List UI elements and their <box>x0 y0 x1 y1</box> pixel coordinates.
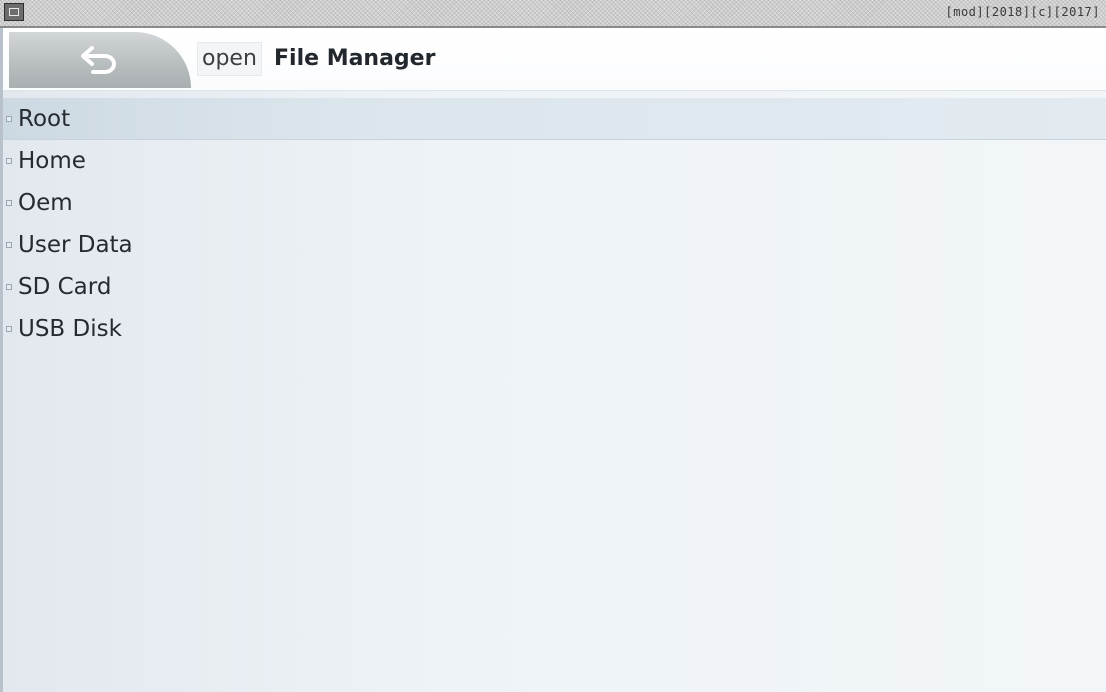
list-item-label: Home <box>18 148 86 174</box>
page-title: File Manager <box>274 46 436 71</box>
terminal-window-icon[interactable] <box>4 3 24 21</box>
list-item-root[interactable]: Root <box>3 98 1106 140</box>
status-bar-text: [mod][2018][c][2017] <box>945 5 1100 19</box>
bullet-icon <box>6 326 12 332</box>
bullet-icon <box>6 116 12 122</box>
list-item-label: Root <box>18 106 71 132</box>
location-list: Root Home Oem User Data SD Card USB Disk <box>3 98 1106 350</box>
header-bar: open File Manager <box>3 28 1106 91</box>
undo-arrow-icon <box>81 46 116 74</box>
back-button[interactable] <box>9 32 191 88</box>
list-item-label: User Data <box>18 232 133 258</box>
list-item-sd-card[interactable]: SD Card <box>3 266 1106 308</box>
list-item-label: Oem <box>18 190 73 216</box>
bullet-icon <box>6 158 12 164</box>
file-manager-window: open File Manager Root Home Oem User Dat… <box>0 28 1106 692</box>
title-prefix: open <box>197 42 262 76</box>
list-item-home[interactable]: Home <box>3 140 1106 182</box>
list-item-usb-disk[interactable]: USB Disk <box>3 308 1106 350</box>
list-item-user-data[interactable]: User Data <box>3 224 1106 266</box>
list-item-label: USB Disk <box>18 316 122 342</box>
bullet-icon <box>6 242 12 248</box>
list-item-label: SD Card <box>18 274 112 300</box>
list-item-oem[interactable]: Oem <box>3 182 1106 224</box>
bullet-icon <box>6 284 12 290</box>
status-bar: [mod][2018][c][2017] <box>0 0 1106 28</box>
bullet-icon <box>6 200 12 206</box>
screen: [mod][2018][c][2017] open File Manager R… <box>0 0 1106 692</box>
